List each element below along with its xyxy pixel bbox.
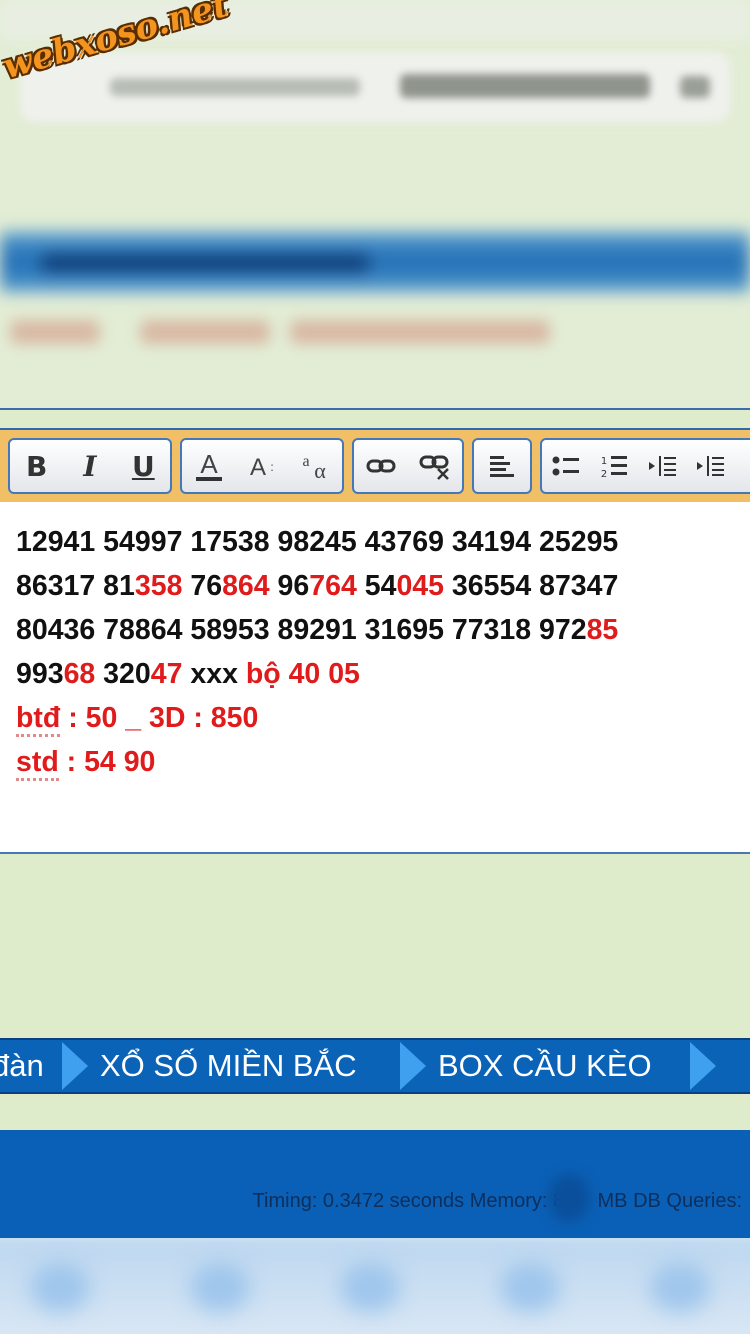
editor-toolbar: B I U A A : a α 1 2 [0,428,750,502]
font-color-icon: A [195,449,222,481]
remove-link-button[interactable] [411,444,459,488]
svg-text:1: 1 [601,456,607,467]
editor-line: 80436 78864 58953 89291 31695 77318 9728… [16,608,750,652]
nav-arrow-icon [690,1042,716,1090]
message-editor-textarea[interactable]: 12941 54997 17538 98245 43769 34194 2529… [0,502,750,852]
svg-text:A: A [200,449,218,479]
blurred-forum-banner [0,232,750,292]
highlighted-text: btđ [16,702,61,737]
page-footer: Timing: 0.3472 seconds Memory: 8.4 MB DB… [0,1130,750,1250]
font-family-icon: a α [303,453,327,482]
editor-text: 320 [95,658,151,690]
highlighted-text: 864 [222,570,270,602]
editor-text: 76 [182,570,223,602]
highlighted-text: std [16,746,59,781]
font-color-button[interactable]: A [185,444,233,488]
bullet-list-icon [552,456,579,476]
nav-arrow-icon [62,1042,88,1090]
highlighted-text: : 50 _ 3D : 850 [60,702,259,734]
link-icon [366,459,396,473]
svg-text:A: A [250,454,266,481]
font-size-icon: A : [250,454,274,481]
italic-button[interactable]: I [66,444,114,488]
debug-timing-text: Timing: 0.3472 seconds Memory: 8.4 MB DB… [252,1190,742,1212]
numbered-list-icon: 1 2 [601,456,627,479]
indent-button[interactable] [686,444,734,488]
svg-text:a: a [303,453,310,470]
editor-border-bottom [0,852,750,854]
svg-text:α: α [315,458,327,482]
editor-text: 993 [16,658,64,690]
highlighted-text: : 54 90 [58,746,156,778]
browser-address-bar[interactable] [20,52,730,122]
highlighted-text: 68 [63,658,96,690]
highlighted-text: 85 [586,614,619,646]
editor-text: 86317 81 [16,570,135,602]
editor-border-top [0,408,750,410]
bold-button[interactable]: B [13,444,61,488]
highlighted-text: 045 [396,570,444,602]
link-group [352,438,464,494]
outdent-icon [649,456,676,476]
unlink-icon [419,455,449,480]
editor-line: std : 54 90 [16,740,750,784]
align-left-icon [490,456,514,477]
editor-text: 36554 87347 [444,570,619,602]
font-group: A A : a α [180,438,344,494]
blurred-header [0,0,750,410]
insert-link-button[interactable] [357,444,405,488]
nav-item-xo-so-mien-bac[interactable]: XỔ SỐ MIỀN BẮC [100,1044,357,1088]
editor-line: 86317 81358 76864 96764 54045 36554 8734… [16,564,750,608]
highlighted-text: 358 [134,570,183,602]
font-family-button[interactable]: a α [291,444,339,488]
forum-nav-bar: đàn XỔ SỐ MIỀN BẮC BOX CẦU KÈO [0,1038,750,1094]
underline-button[interactable]: U [119,444,167,488]
nav-item-dien-dan[interactable]: đàn [0,1044,44,1088]
editor-text: 96 [269,570,310,602]
numbered-list-button[interactable]: 1 2 [590,444,638,488]
editor-text: 80436 78864 58953 89291 31695 77318 972 [16,614,587,646]
editor-text: 54 [356,570,397,602]
bullet-list-button[interactable] [542,444,590,488]
svg-text::: : [270,460,273,474]
align-group [472,438,532,494]
indent-icon [697,456,724,476]
editor-text: 12941 54997 17538 98245 43769 34194 2529… [16,526,619,558]
blurred-breadcrumb [0,310,560,356]
nav-arrow-icon [400,1042,426,1090]
highlighted-text: 47 [150,658,183,690]
highlighted-text: 764 [309,570,357,602]
font-size-button[interactable]: A : [238,444,286,488]
editor-text: xxx [182,658,246,690]
nav-item-box-cau-keo[interactable]: BOX CẦU KÈO [438,1044,652,1088]
align-left-button[interactable] [478,444,526,488]
svg-text:2: 2 [601,469,607,479]
editor-line: 12941 54997 17538 98245 43769 34194 2529… [16,520,750,564]
highlighted-text: bộ 40 05 [245,658,360,690]
editor-line: btđ : 50 _ 3D : 850 [16,696,750,740]
browser-bottom-toolbar [0,1238,750,1334]
format-group: B I U [8,438,172,494]
list-group: 1 2 [540,438,750,494]
editor-line: 99368 32047 xxx bộ 40 05 [16,652,750,696]
outdent-button[interactable] [638,444,686,488]
redaction-smudge [548,1174,590,1222]
